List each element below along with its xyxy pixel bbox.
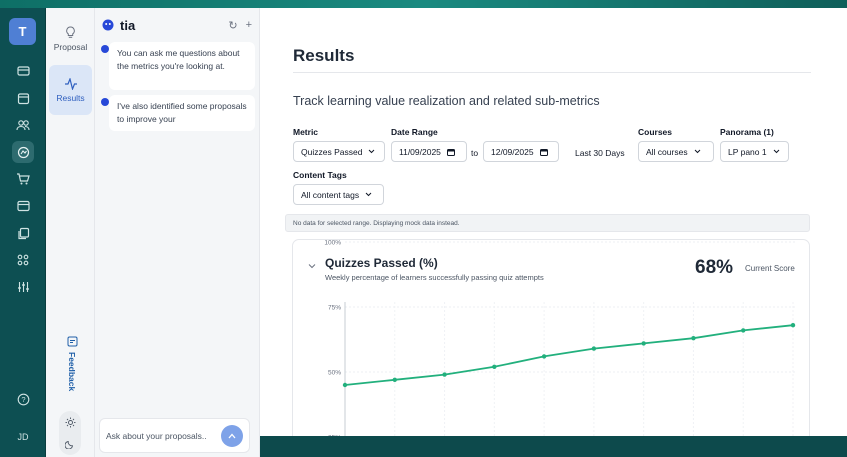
date-range-label: Date Range [391,127,438,137]
tia-avatar-icon [102,19,114,31]
panorama-value: LP pano 1 [728,146,767,157]
chat-message: You can ask me questions about the metri… [109,42,255,90]
content-tags-value: All content tags [301,189,360,200]
calendar-icon [446,148,455,156]
inbox-icon[interactable] [12,60,34,82]
chat-input-placeholder: Ask about your proposals.. [106,430,207,441]
courses-value: All courses [646,146,688,157]
courses-label: Courses [638,127,673,137]
y-tick-label: 75% [328,305,341,312]
chat-header: tia ↻ + [102,16,252,34]
assistant-avatar [101,98,109,106]
nav-results-label: Results [56,92,85,103]
page-subtitle: Track learning value realization and rel… [293,94,600,108]
panorama-label: Panorama (1) [720,127,774,137]
arrow-up-icon [228,433,236,438]
apps-grid-icon[interactable] [12,249,34,271]
user-avatar[interactable]: JD [0,432,46,442]
lightbulb-icon [66,26,75,38]
chevron-down-icon [694,149,700,154]
feedback-button[interactable]: Feedback [63,336,81,391]
date-from-value: 11/09/2025 [399,146,441,157]
content-tags-select[interactable]: All content tags [293,184,384,205]
courses-select[interactable]: All courses [638,141,714,162]
main-content: Results Track learning value realization… [260,8,847,449]
window-icon[interactable] [12,195,34,217]
app-logo[interactable]: T [9,18,36,45]
metric-select[interactable]: Quizzes Passed [293,141,385,162]
data-point [591,346,597,351]
sliders-icon[interactable] [12,276,34,298]
svg-text:?: ? [21,395,25,404]
data-point [641,341,646,346]
chat-message: I've also identified some proposals to i… [109,95,255,131]
cart-icon[interactable] [12,168,34,190]
data-point [392,377,397,382]
calendar-icon[interactable] [12,87,34,109]
line-chart: 100%75%50%25% [324,240,796,448]
chat-panel: tia ↻ + You can ask me questions about t… [95,8,260,457]
activity-icon [64,77,77,90]
send-button[interactable] [221,424,243,447]
data-point [741,328,746,333]
theme-toggle[interactable] [59,411,81,455]
data-point [492,364,497,369]
data-point [342,382,348,388]
metric-value: Quizzes Passed [301,146,363,157]
data-point [691,336,696,341]
title-divider [293,72,811,73]
refresh-icon[interactable]: ↻ [228,19,237,32]
data-point [442,372,447,377]
moon-icon[interactable] [65,439,75,450]
help-icon[interactable]: ? [12,388,34,410]
metric-label: Metric [293,127,319,137]
content-tags-label: Content Tags [293,170,347,180]
plus-icon[interactable]: + [246,19,252,32]
page-title: Results [293,46,355,65]
secondary-nav: Proposal Results Feedback [46,8,95,457]
chevron-down-icon [365,192,372,197]
y-tick-label: 100% [324,240,341,247]
y-tick-label: 50% [328,370,341,377]
data-point [541,354,547,359]
panorama-select[interactable]: LP pano 1 [720,141,789,162]
chat-input[interactable]: Ask about your proposals.. [99,418,250,453]
date-from-input[interactable]: 11/09/2025 [391,141,467,162]
date-range-to: to [471,148,479,158]
nav-proposal[interactable]: Proposal [49,14,92,64]
users-icon[interactable] [12,114,34,136]
nav-results[interactable]: Results [49,65,92,115]
date-to-input[interactable]: 12/09/2025 [483,141,559,162]
sun-icon[interactable] [65,417,76,428]
mock-data-notice: No data for selected range. Displaying m… [285,214,810,232]
assistant-avatar [101,45,109,53]
date-to-value: 12/09/2025 [491,146,534,157]
chevron-down-icon [369,149,375,154]
bottom-background [260,436,847,457]
data-point [790,323,796,328]
metric-card: Quizzes Passed (%) Weekly percentage of … [292,239,810,449]
chat-assistant-name: tia [120,17,136,33]
series-line [344,324,794,386]
results-chart-icon[interactable] [12,141,34,163]
date-preset-button[interactable]: Last 30 Days [575,148,625,158]
chevron-down-icon [773,149,779,154]
window-top-bar [0,0,847,8]
app-rail: T ? JD [0,8,46,457]
calendar-icon [539,148,548,156]
feedback-icon [67,336,77,347]
feedback-label: Feedback [67,352,77,392]
copy-icon[interactable] [12,222,34,244]
nav-proposal-label: Proposal [53,42,88,52]
